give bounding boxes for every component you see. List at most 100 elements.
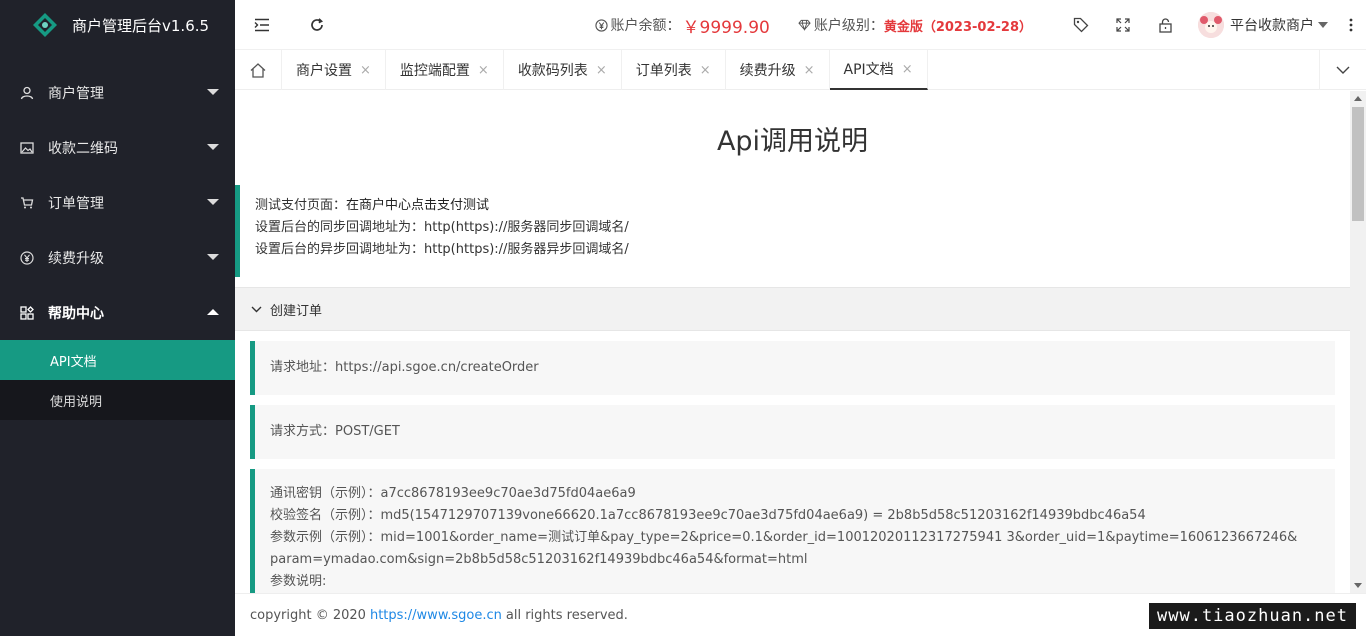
param-example-cont: param=ymadao.com&sign=2b8b5d58c51203162f… <box>270 552 808 567</box>
sidebar-item-renew[interactable]: 续费升级 <box>0 230 235 285</box>
avatar <box>1198 12 1224 38</box>
cart-icon <box>20 196 34 210</box>
params-block: 通讯密钥（示例）：a7cc8678193ee9c70ae3d75fd04ae6a… <box>250 469 1335 593</box>
footer-copyright: copyright © 2020 <box>250 607 366 623</box>
chevron-down-icon <box>207 199 219 205</box>
yen-icon <box>20 250 34 265</box>
param-example: 参数示例（示例）：mid=1001&order_name=测试订单&pay_ty… <box>270 530 1298 545</box>
sidebar-item-label: 续费升级 <box>48 250 104 267</box>
content-scrollbar[interactable] <box>1350 91 1366 593</box>
tabs-dropdown-button[interactable] <box>1319 50 1366 90</box>
tab-label: 订单列表 <box>635 63 692 79</box>
scroll-down-icon[interactable] <box>1354 583 1362 588</box>
account-balance: 账户余额： ￥9999.90 <box>594 13 770 38</box>
user-name: 平台收款商户 <box>1230 18 1314 34</box>
watermark: www.tiaozhuan.net <box>1149 603 1356 629</box>
sidebar-item-merchant[interactable]: 商户管理 <box>0 65 235 120</box>
tab-renew-upgrade[interactable]: 续费升级 × <box>726 50 830 90</box>
chevron-down-icon <box>1336 66 1350 74</box>
tab-qrcode-list[interactable]: 收款码列表 × <box>504 50 622 90</box>
chevron-down-icon <box>207 89 219 95</box>
close-icon[interactable]: × <box>902 62 913 77</box>
refresh-icon <box>311 17 323 31</box>
fullscreen-button[interactable] <box>1105 0 1141 50</box>
user-icon <box>20 86 34 100</box>
request-url-block: 请求地址：https://api.sgoe.cn/createOrder <box>250 341 1335 395</box>
intro-line-1: 测试支付页面：在商户中心点击支付测试 <box>255 195 1335 217</box>
intro-line-2: 设置后台的同步回调地址为：http(https)://服务器同步回调域名/ <box>255 220 629 235</box>
key-example: 通讯密钥（示例）：a7cc8678193ee9c70ae3d75fd04ae6a… <box>270 486 636 501</box>
logo-icon <box>33 13 57 37</box>
app-title: 商户管理后台v1.6.5 <box>72 16 210 35</box>
account-level: 账户级别： 黄金版（2023-02-28） <box>798 15 1032 35</box>
intro-strong: 在商户中心点击支付测试 <box>346 198 490 213</box>
sidebar-item-qrcode[interactable]: 收款二维码 <box>0 120 235 175</box>
tab-home[interactable] <box>235 50 282 90</box>
sign-example: 校验签名（示例）：md5(1547129707139vone66620.1a7c… <box>270 508 1146 523</box>
tab-order-list[interactable]: 订单列表 × <box>622 50 726 90</box>
chevron-up-icon <box>207 309 219 315</box>
scroll-thumb[interactable] <box>1352 107 1364 221</box>
balance-value: ￥9999.90 <box>682 17 770 38</box>
collapse-create-order[interactable]: 创建订单 <box>235 287 1350 331</box>
image-icon <box>20 141 34 155</box>
footer-suffix: all rights reserved. <box>505 607 628 623</box>
user-menu[interactable]: 平台收款商户 <box>1198 12 1328 38</box>
close-icon[interactable]: × <box>478 63 489 78</box>
sidebar-item-label: 帮助中心 <box>48 305 104 322</box>
more-button[interactable] <box>1336 0 1366 50</box>
balance-label: 账户余额： <box>610 18 681 34</box>
diamond-icon <box>798 19 811 31</box>
chevron-down-icon <box>251 306 262 312</box>
request-method: 请求方式：POST/GET <box>270 424 400 439</box>
top-header: 账户余额： ￥9999.90 账户级别： 黄金版（2023-02-28） 平台收… <box>235 0 1366 50</box>
tab-monitor-config[interactable]: 监控端配置 × <box>386 50 504 90</box>
request-url: 请求地址：https://api.sgoe.cn/createOrder <box>270 360 539 375</box>
collapse-title: 创建订单 <box>270 303 323 319</box>
request-method-block: 请求方式：POST/GET <box>250 405 1335 459</box>
lock-icon <box>1158 17 1172 33</box>
more-vertical-icon <box>1349 18 1353 32</box>
help-submenu: API文档 使用说明 <box>0 340 235 420</box>
refresh-button[interactable] <box>302 10 332 40</box>
tab-label: 续费升级 <box>739 63 796 79</box>
home-icon <box>250 62 266 78</box>
brand[interactable]: 商户管理后台v1.6.5 <box>0 0 235 50</box>
tab-label: 监控端配置 <box>399 63 470 79</box>
chevron-down-icon <box>207 144 219 150</box>
sidebar-item-help[interactable]: 帮助中心 <box>0 285 235 340</box>
intro-line-3: 设置后台的异步回调地址为：http(https)://服务器异步回调域名/ <box>255 242 629 257</box>
param-desc: 参数说明: <box>270 574 327 589</box>
header-right: 账户余额： ￥9999.90 账户级别： 黄金版（2023-02-28） 平台收… <box>594 0 1366 50</box>
tab-label: 收款码列表 <box>517 63 588 79</box>
yen-circle-icon <box>594 18 608 32</box>
tag-button[interactable] <box>1063 0 1099 50</box>
tag-icon <box>1073 17 1089 33</box>
close-icon[interactable]: × <box>360 63 371 78</box>
main-content: Api调用说明 测试支付页面：在商户中心点击支付测试 设置后台的同步回调地址为：… <box>235 91 1350 593</box>
close-icon[interactable]: × <box>804 63 815 78</box>
sidebar-subitem-api-docs[interactable]: API文档 <box>0 340 235 380</box>
tab-label: API文档 <box>843 62 894 78</box>
side-menu: 商户管理 收款二维码 订单管理 续费升级 帮助中心 API文档 使用说明 <box>0 65 235 420</box>
chevron-down-icon <box>207 254 219 260</box>
close-icon[interactable]: × <box>700 63 711 78</box>
scroll-up-icon[interactable] <box>1354 96 1362 101</box>
caret-down-icon <box>1318 22 1328 28</box>
sidebar-item-orders[interactable]: 订单管理 <box>0 175 235 230</box>
lock-screen-button[interactable] <box>1147 0 1183 50</box>
menu-fold-icon <box>254 18 269 31</box>
tab-merchant-settings[interactable]: 商户设置 × <box>282 50 386 90</box>
tab-label: 商户设置 <box>296 63 352 79</box>
level-value: 黄金版（2023-02-28） <box>883 19 1032 35</box>
close-icon[interactable]: × <box>596 63 607 78</box>
footer-link[interactable]: https://www.sgoe.cn <box>370 608 502 623</box>
page-tabs: 商户设置 × 监控端配置 × 收款码列表 × 订单列表 × 续费升级 × API文档 × <box>235 50 1366 90</box>
level-label: 账户级别： <box>813 18 884 34</box>
intro-block: 测试支付页面：在商户中心点击支付测试 设置后台的同步回调地址为：http(htt… <box>235 185 1350 277</box>
sidebar-subitem-usage-guide[interactable]: 使用说明 <box>0 380 235 420</box>
intro-label: 测试支付页面： <box>255 198 347 213</box>
tab-api-docs[interactable]: API文档 × <box>829 50 928 90</box>
page-title: Api调用说明 <box>716 126 869 157</box>
menu-toggle-button[interactable] <box>247 10 277 40</box>
